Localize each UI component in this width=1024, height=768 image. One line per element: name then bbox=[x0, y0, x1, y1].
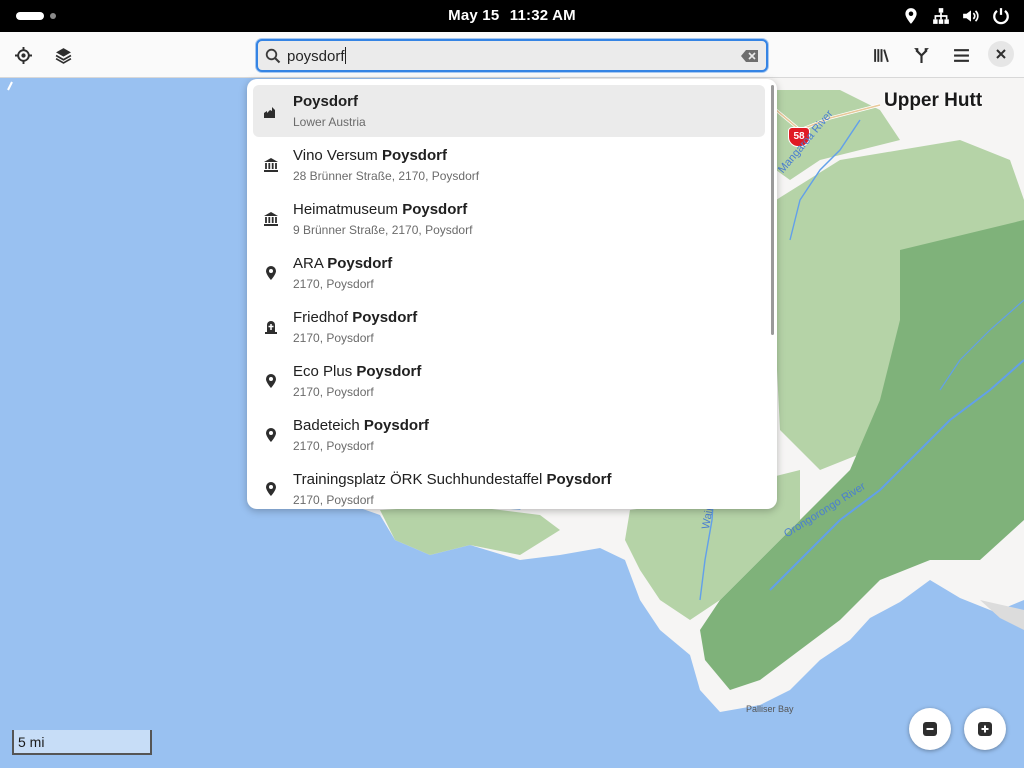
location-icon bbox=[902, 7, 920, 25]
clear-search-icon[interactable] bbox=[741, 49, 759, 63]
zoom-in-button[interactable] bbox=[964, 708, 1006, 750]
library-icon bbox=[873, 47, 890, 64]
close-icon bbox=[996, 49, 1006, 59]
place-pin-icon bbox=[266, 266, 276, 280]
main-menu-button[interactable] bbox=[946, 40, 976, 70]
zoom-out-button[interactable] bbox=[909, 708, 951, 750]
map-scale: 5 mi bbox=[12, 730, 152, 755]
route-icon bbox=[913, 47, 930, 64]
result-subtitle: 28 Brünner Straße, 2170, Poysdorf bbox=[293, 169, 480, 183]
clock-date: May 15 bbox=[448, 7, 500, 24]
zoom-in-icon bbox=[978, 722, 992, 736]
power-icon bbox=[992, 7, 1010, 25]
result-subtitle: 2170, Poysdorf bbox=[293, 277, 374, 291]
search-result-item[interactable]: Eco Plus Poysdorf 2170, Poysdorf bbox=[253, 355, 765, 407]
result-subtitle: 9 Brünner Straße, 2170, Poysdorf bbox=[293, 223, 473, 237]
place-pin-icon bbox=[266, 482, 276, 496]
search-result-item[interactable]: Vino Versum Poysdorf 28 Brünner Straße, … bbox=[253, 139, 765, 191]
result-subtitle: 2170, Poysdorf bbox=[293, 493, 374, 507]
clock[interactable]: May 15 11:32 AM bbox=[0, 7, 1024, 24]
menu-icon bbox=[953, 47, 970, 64]
result-title: Vino Versum Poysdorf bbox=[293, 147, 447, 164]
locate-icon bbox=[14, 46, 32, 64]
place-pin-icon bbox=[266, 428, 276, 442]
search-icon bbox=[265, 48, 281, 64]
system-top-bar: May 15 11:32 AM bbox=[0, 0, 1024, 32]
text-cursor bbox=[344, 47, 346, 64]
results-scrollbar[interactable] bbox=[771, 85, 774, 335]
result-subtitle: Lower Austria bbox=[293, 115, 366, 129]
layers-button[interactable] bbox=[48, 40, 78, 70]
close-window-button[interactable] bbox=[988, 41, 1014, 67]
search-result-item[interactable]: Poysdorf Lower Austria bbox=[253, 85, 765, 137]
museum-icon bbox=[264, 212, 278, 226]
search-result-item[interactable]: Badeteich Poysdorf 2170, Poysdorf bbox=[253, 409, 765, 461]
result-subtitle: 2170, Poysdorf bbox=[293, 331, 374, 345]
result-title: Poysdorf bbox=[293, 93, 359, 110]
museum-icon bbox=[264, 158, 278, 172]
search-result-item[interactable]: Friedhof Poysdorf 2170, Poysdorf bbox=[253, 301, 765, 353]
result-subtitle: 2170, Poysdorf bbox=[293, 385, 374, 399]
result-title: Heimatmuseum Poysdorf bbox=[293, 201, 468, 218]
search-result-item[interactable]: ARA Poysdorf 2170, Poysdorf bbox=[253, 247, 765, 299]
cemetery-icon bbox=[265, 321, 277, 334]
library-button[interactable] bbox=[866, 40, 896, 70]
system-status-area[interactable] bbox=[902, 7, 1010, 25]
route-button[interactable] bbox=[906, 40, 936, 70]
search-result-item[interactable]: Trainingsplatz ÖRK Suchhundestaffel Poys… bbox=[253, 463, 765, 509]
result-title: Friedhof Poysdorf bbox=[293, 309, 418, 326]
locate-button[interactable] bbox=[8, 40, 38, 70]
city-label: Upper Hutt bbox=[884, 90, 983, 111]
zoom-out-icon bbox=[923, 722, 937, 736]
search-results-popover: Poysdorf Lower Austria Vino Versum Poysd… bbox=[247, 79, 777, 509]
bay-label: Palliser Bay bbox=[746, 704, 794, 714]
place-pin-icon bbox=[266, 374, 276, 388]
scale-label: 5 mi bbox=[18, 734, 45, 750]
layers-icon bbox=[55, 47, 72, 64]
clock-time: 11:32 AM bbox=[509, 7, 576, 24]
header-bar: poysdorf bbox=[0, 32, 1024, 78]
result-title: Trainingsplatz ÖRK Suchhundestaffel Poys… bbox=[293, 471, 612, 488]
search-result-item[interactable]: Heimatmuseum Poysdorf 9 Brünner Straße, … bbox=[253, 193, 765, 245]
search-input[interactable]: poysdorf bbox=[256, 39, 768, 72]
result-title: Badeteich Poysdorf bbox=[293, 417, 429, 434]
result-title: Eco Plus Poysdorf bbox=[293, 363, 422, 380]
result-title: ARA Poysdorf bbox=[293, 255, 393, 272]
search-input-value: poysdorf bbox=[287, 48, 345, 65]
result-subtitle: 2170, Poysdorf bbox=[293, 439, 374, 453]
volume-icon bbox=[962, 7, 980, 25]
network-icon bbox=[932, 7, 950, 25]
town-icon bbox=[264, 107, 275, 118]
